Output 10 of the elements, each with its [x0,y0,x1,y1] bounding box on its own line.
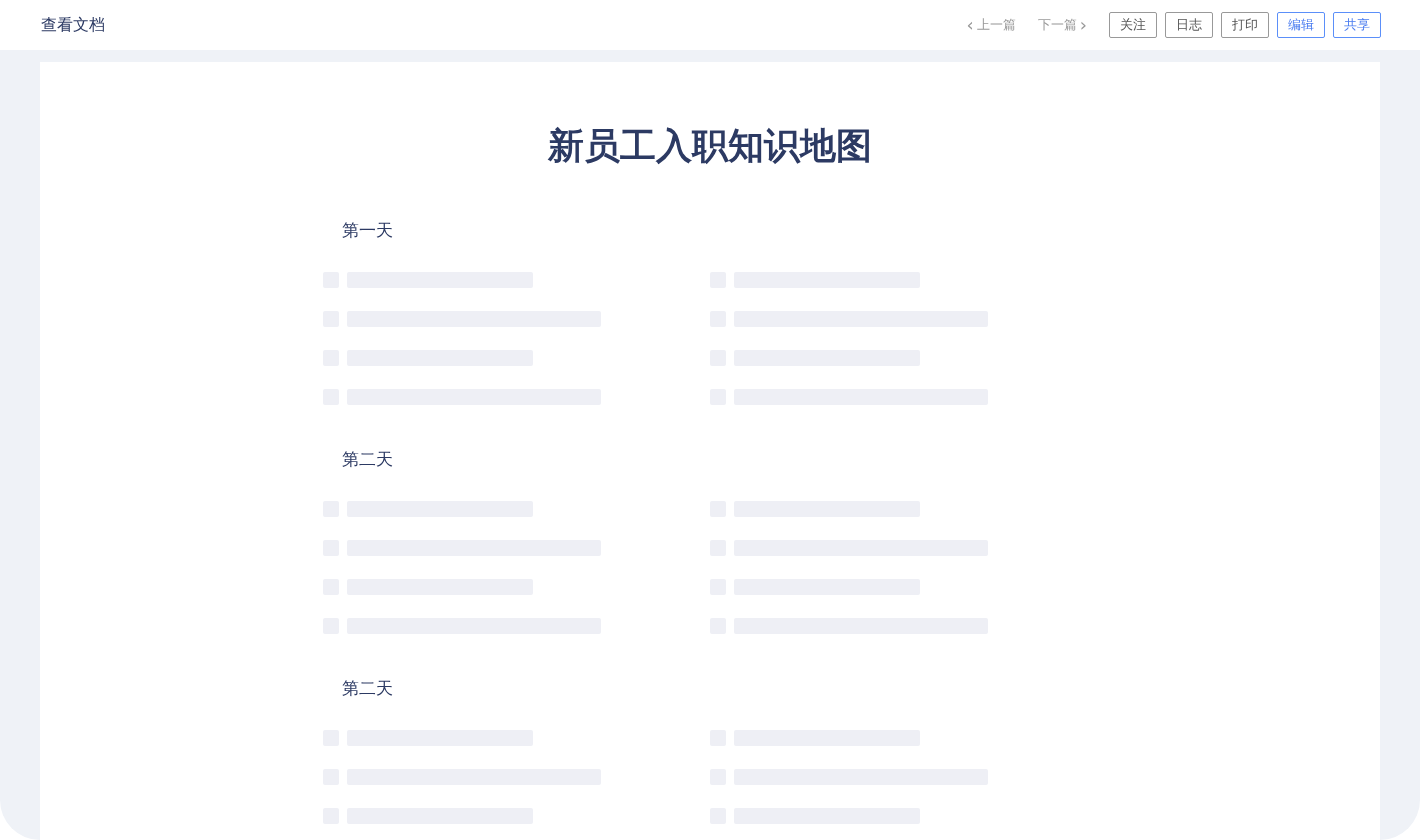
toolbar-button[interactable]: 日志 [1165,12,1213,38]
section-heading: 第二天 [342,677,394,700]
toolbar-button[interactable]: 打印 [1221,12,1269,38]
toolbar-button[interactable]: 编辑 [1277,12,1325,38]
toolbar-button[interactable]: 关注 [1109,12,1157,38]
page-title: 查看文档 [41,14,105,36]
document-title: 新员工入职知识地图 [547,124,873,168]
section-heading: 第二天 [342,448,394,471]
section-heading: 第一天 [342,219,394,242]
toolbar-button[interactable]: 共享 [1333,12,1381,38]
